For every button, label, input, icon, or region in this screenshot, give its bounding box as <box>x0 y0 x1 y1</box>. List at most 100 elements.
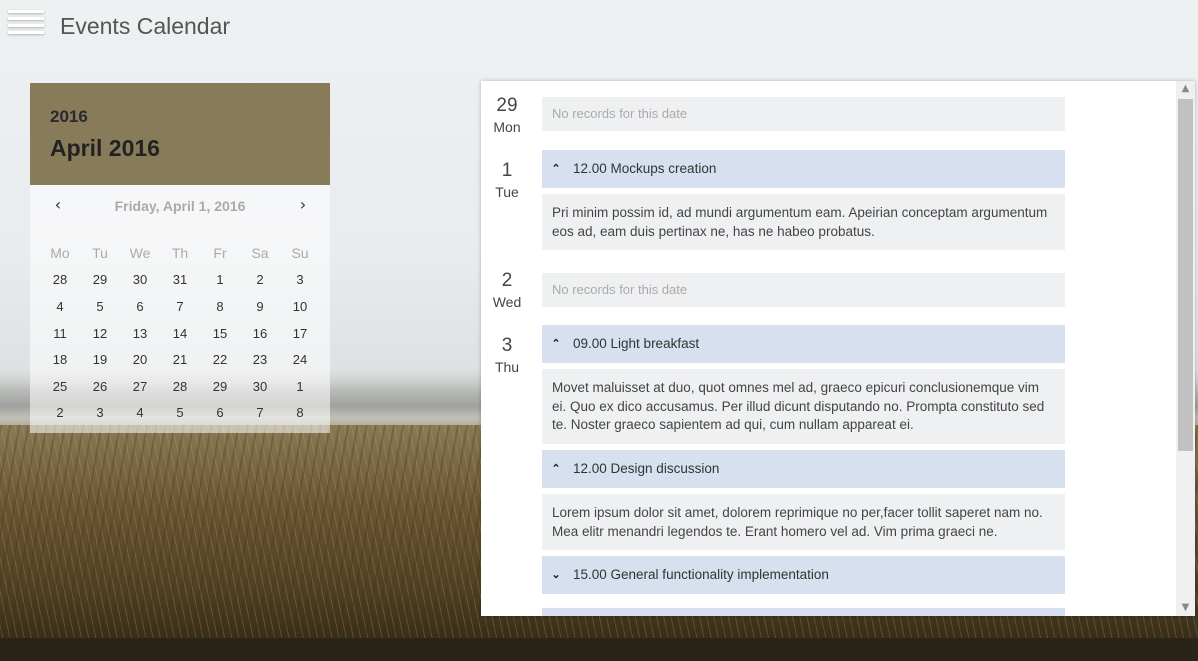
calendar-day[interactable]: 21 <box>160 352 200 367</box>
calendar-day[interactable]: 12 <box>80 326 120 341</box>
calendar-day[interactable]: 16 <box>240 326 280 341</box>
calendar-day[interactable]: 23 <box>240 352 280 367</box>
event-description: Pri minim possim id, ad mundi argumentum… <box>542 194 1065 250</box>
calendar-day[interactable]: 14 <box>160 326 200 341</box>
weekday-label: Su <box>291 245 309 262</box>
calendar-day[interactable]: 4 <box>120 405 160 420</box>
weekday-label: Fr <box>213 245 227 262</box>
day-number: 3 <box>501 335 513 356</box>
calendar-week-row: 11 12 13 14 15 16 17 <box>40 320 320 347</box>
scroll-up-icon[interactable]: ▲ <box>1176 81 1195 97</box>
calendar-year[interactable]: 2016 <box>50 83 310 127</box>
calendar-day[interactable]: 29 <box>80 272 120 287</box>
calendar-day[interactable]: 5 <box>80 299 120 314</box>
calendar-day[interactable]: 1 <box>200 272 240 287</box>
chevron-up-icon[interactable]: ⌃ <box>550 450 562 488</box>
calendar-week-row: 2 3 4 5 6 7 8 <box>40 400 320 427</box>
weekday-label: We <box>129 245 151 262</box>
event-header[interactable]: ⌄ 15.00 General functionality implementa… <box>542 556 1065 594</box>
calendar-day[interactable]: 13 <box>120 326 160 341</box>
calendar-day[interactable]: 7 <box>160 299 200 314</box>
event-header-partial[interactable] <box>542 608 1065 616</box>
selected-date-label: Friday, April 1, 2016 <box>114 198 246 214</box>
weekday-header-row: Mo Tu We Th Fr Sa Su <box>40 240 320 267</box>
calendar-week-row: 4 5 6 7 8 9 10 <box>40 293 320 320</box>
calendar-day[interactable]: 19 <box>80 352 120 367</box>
calendar-day[interactable]: 4 <box>40 299 80 314</box>
scroll-down-icon[interactable]: ▼ <box>1176 600 1195 616</box>
calendar-day[interactable]: 7 <box>240 405 280 420</box>
calendar-day[interactable]: 3 <box>80 405 120 420</box>
day-number: 29 <box>496 95 518 116</box>
calendar-day[interactable]: 31 <box>160 272 200 287</box>
weekday-label: Th <box>171 245 189 262</box>
weekday-label: Tu <box>92 245 108 262</box>
weekday-label: Sa <box>251 245 269 262</box>
calendar-day[interactable]: 3 <box>280 272 320 287</box>
calendar-day[interactable]: 2 <box>40 405 80 420</box>
no-records-message: No records for this date <box>542 273 1065 307</box>
event-header[interactable]: ⌃ 12.00 Mockups creation <box>542 150 1065 188</box>
day-label: 1 Tue <box>481 160 533 200</box>
calendar-day[interactable]: 5 <box>160 405 200 420</box>
calendar-grid: Mo Tu We Th Fr Sa Su 28 29 30 31 1 2 3 4… <box>40 240 320 426</box>
calendar-day[interactable]: 2 <box>240 272 280 287</box>
event-title: 15.00 General functionality implementati… <box>573 567 829 582</box>
chevron-up-icon[interactable]: ⌃ <box>550 325 562 363</box>
day-label: 3 Thu <box>481 335 533 375</box>
calendar-day[interactable]: 30 <box>240 379 280 394</box>
event-description: Movet maluisset at duo, quot omnes mel a… <box>542 369 1065 444</box>
weekday-label: Mo <box>50 245 70 262</box>
day-name: Tue <box>495 184 519 200</box>
calendar-header: 2016 April 2016 <box>30 83 330 185</box>
calendar-widget: 2016 April 2016 ‹ Friday, April 1, 2016 … <box>30 83 330 433</box>
calendar-day[interactable]: 24 <box>280 352 320 367</box>
calendar-day[interactable]: 29 <box>200 379 240 394</box>
scrollbar[interactable]: ▲ ▼ <box>1176 81 1195 616</box>
calendar-day[interactable]: 28 <box>160 379 200 394</box>
day-number: 1 <box>501 160 513 181</box>
day-name: Wed <box>492 294 522 310</box>
scroll-thumb[interactable] <box>1178 99 1193 451</box>
calendar-month-title[interactable]: April 2016 <box>50 135 310 162</box>
calendar-week-row: 28 29 30 31 1 2 3 <box>40 267 320 294</box>
calendar-day[interactable]: 8 <box>200 299 240 314</box>
calendar-body: ‹ Friday, April 1, 2016 › Mo Tu We Th Fr… <box>30 185 330 433</box>
calendar-day[interactable]: 15 <box>200 326 240 341</box>
event-description: Lorem ipsum dolor sit amet, dolorem repr… <box>542 494 1065 550</box>
calendar-day[interactable]: 11 <box>40 326 80 341</box>
events-panel: 29 Mon No records for this date 1 Tue ⌃ … <box>481 81 1195 616</box>
calendar-day[interactable]: 25 <box>40 379 80 394</box>
calendar-day[interactable]: 30 <box>120 272 160 287</box>
calendar-day[interactable]: 8 <box>280 405 320 420</box>
calendar-day[interactable]: 27 <box>120 379 160 394</box>
event-header[interactable]: ⌃ 09.00 Light breakfast <box>542 325 1065 363</box>
bottom-bar <box>0 638 1198 661</box>
event-title: 12.00 Mockups creation <box>573 161 717 176</box>
calendar-day[interactable]: 6 <box>200 405 240 420</box>
no-records-message: No records for this date <box>542 97 1065 131</box>
day-number: 2 <box>501 270 513 291</box>
calendar-day[interactable]: 22 <box>200 352 240 367</box>
calendar-week-row: 25 26 27 28 29 30 1 <box>40 373 320 400</box>
calendar-day[interactable]: 1 <box>280 379 320 394</box>
chevron-up-icon[interactable]: ⌃ <box>550 150 562 188</box>
hamburger-menu-icon[interactable] <box>8 10 44 42</box>
calendar-week-row: 18 19 20 21 22 23 24 <box>40 346 320 373</box>
day-label: 2 Wed <box>481 270 533 310</box>
app-title: Events Calendar <box>60 13 231 39</box>
chevron-down-icon[interactable]: ⌄ <box>550 556 562 594</box>
calendar-day[interactable]: 28 <box>40 272 80 287</box>
calendar-nav: ‹ Friday, April 1, 2016 › <box>30 195 330 217</box>
calendar-day[interactable]: 10 <box>280 299 320 314</box>
calendar-day[interactable]: 9 <box>240 299 280 314</box>
calendar-day[interactable]: 26 <box>80 379 120 394</box>
chevron-right-icon[interactable]: › <box>293 195 313 215</box>
day-label: 29 Mon <box>481 95 533 135</box>
event-title: 12.00 Design discussion <box>573 461 720 476</box>
event-header[interactable]: ⌃ 12.00 Design discussion <box>542 450 1065 488</box>
calendar-day[interactable]: 18 <box>40 352 80 367</box>
calendar-day[interactable]: 17 <box>280 326 320 341</box>
calendar-day[interactable]: 6 <box>120 299 160 314</box>
calendar-day[interactable]: 20 <box>120 352 160 367</box>
